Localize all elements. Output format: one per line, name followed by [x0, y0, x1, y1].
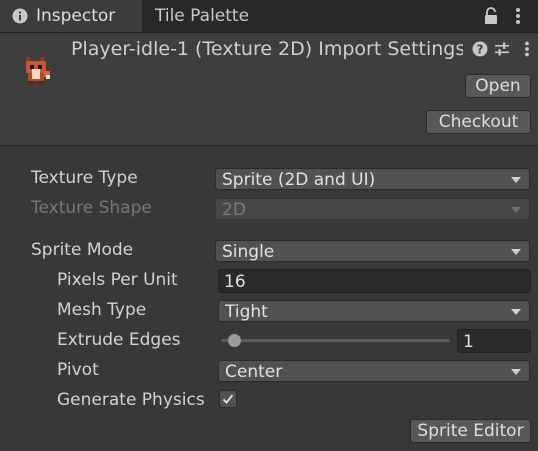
open-button[interactable]: Open: [465, 74, 531, 98]
texture-shape-dropdown: 2D: [215, 198, 530, 220]
texture-type-value: Sprite (2D and UI): [222, 170, 376, 190]
tab-inspector[interactable]: Inspector: [0, 0, 143, 32]
sprite-mode-value: Single: [222, 242, 275, 262]
svg-text:?: ?: [477, 43, 484, 57]
checkmark-icon: [222, 394, 234, 404]
chevron-down-icon: [511, 249, 521, 255]
info-icon: [12, 8, 28, 24]
pixels-per-unit-label: Pixels Per Unit: [57, 270, 178, 290]
tab-tile-palette[interactable]: Tile Palette: [155, 0, 249, 32]
pivot-value: Center: [225, 362, 283, 382]
mesh-type-value: Tight: [225, 302, 268, 322]
chevron-down-icon: [511, 309, 521, 315]
lock-icon[interactable]: [483, 7, 499, 25]
tab-tile-palette-label: Tile Palette: [155, 6, 250, 26]
sprite-mode-label: Sprite Mode: [31, 240, 134, 260]
extrude-edges-slider-track[interactable]: [221, 339, 450, 342]
help-icon[interactable]: ?: [472, 41, 488, 57]
tab-bar: Inspector Tile Palette: [0, 0, 538, 33]
mesh-type-label: Mesh Type: [57, 300, 147, 320]
pixels-per-unit-input[interactable]: 16: [218, 269, 531, 293]
checkout-button[interactable]: Checkout: [426, 110, 531, 134]
sprite-editor-button[interactable]: Sprite Editor: [410, 419, 531, 443]
presets-icon[interactable]: [494, 41, 510, 57]
chevron-down-icon: [511, 207, 521, 213]
sprite-thumbnail: [26, 57, 50, 85]
tab-menu-icon[interactable]: [515, 7, 521, 25]
texture-type-dropdown[interactable]: Sprite (2D and UI): [215, 168, 530, 190]
chevron-down-icon: [511, 369, 521, 375]
chevron-down-icon: [511, 177, 521, 183]
sprite-mode-dropdown[interactable]: Single: [215, 240, 530, 262]
page-title: Player-idle-1 (Texture 2D) Import Settin…: [71, 38, 463, 60]
mesh-type-dropdown[interactable]: Tight: [218, 300, 530, 322]
extrude-edges-slider-handle[interactable]: [227, 334, 241, 347]
texture-shape-label: Texture Shape: [31, 198, 152, 218]
extrude-edges-input[interactable]: 1: [457, 329, 531, 353]
texture-shape-value: 2D: [222, 200, 246, 220]
pivot-dropdown[interactable]: Center: [218, 360, 530, 382]
pivot-label: Pivot: [57, 360, 99, 380]
extrude-edges-label: Extrude Edges: [57, 330, 181, 350]
generate-physics-label: Generate Physics: [57, 390, 205, 410]
header-menu-icon[interactable]: [524, 41, 530, 57]
generate-physics-checkbox[interactable]: [219, 390, 237, 408]
texture-type-label: Texture Type: [31, 168, 138, 188]
tab-inspector-label: Inspector: [36, 6, 116, 26]
